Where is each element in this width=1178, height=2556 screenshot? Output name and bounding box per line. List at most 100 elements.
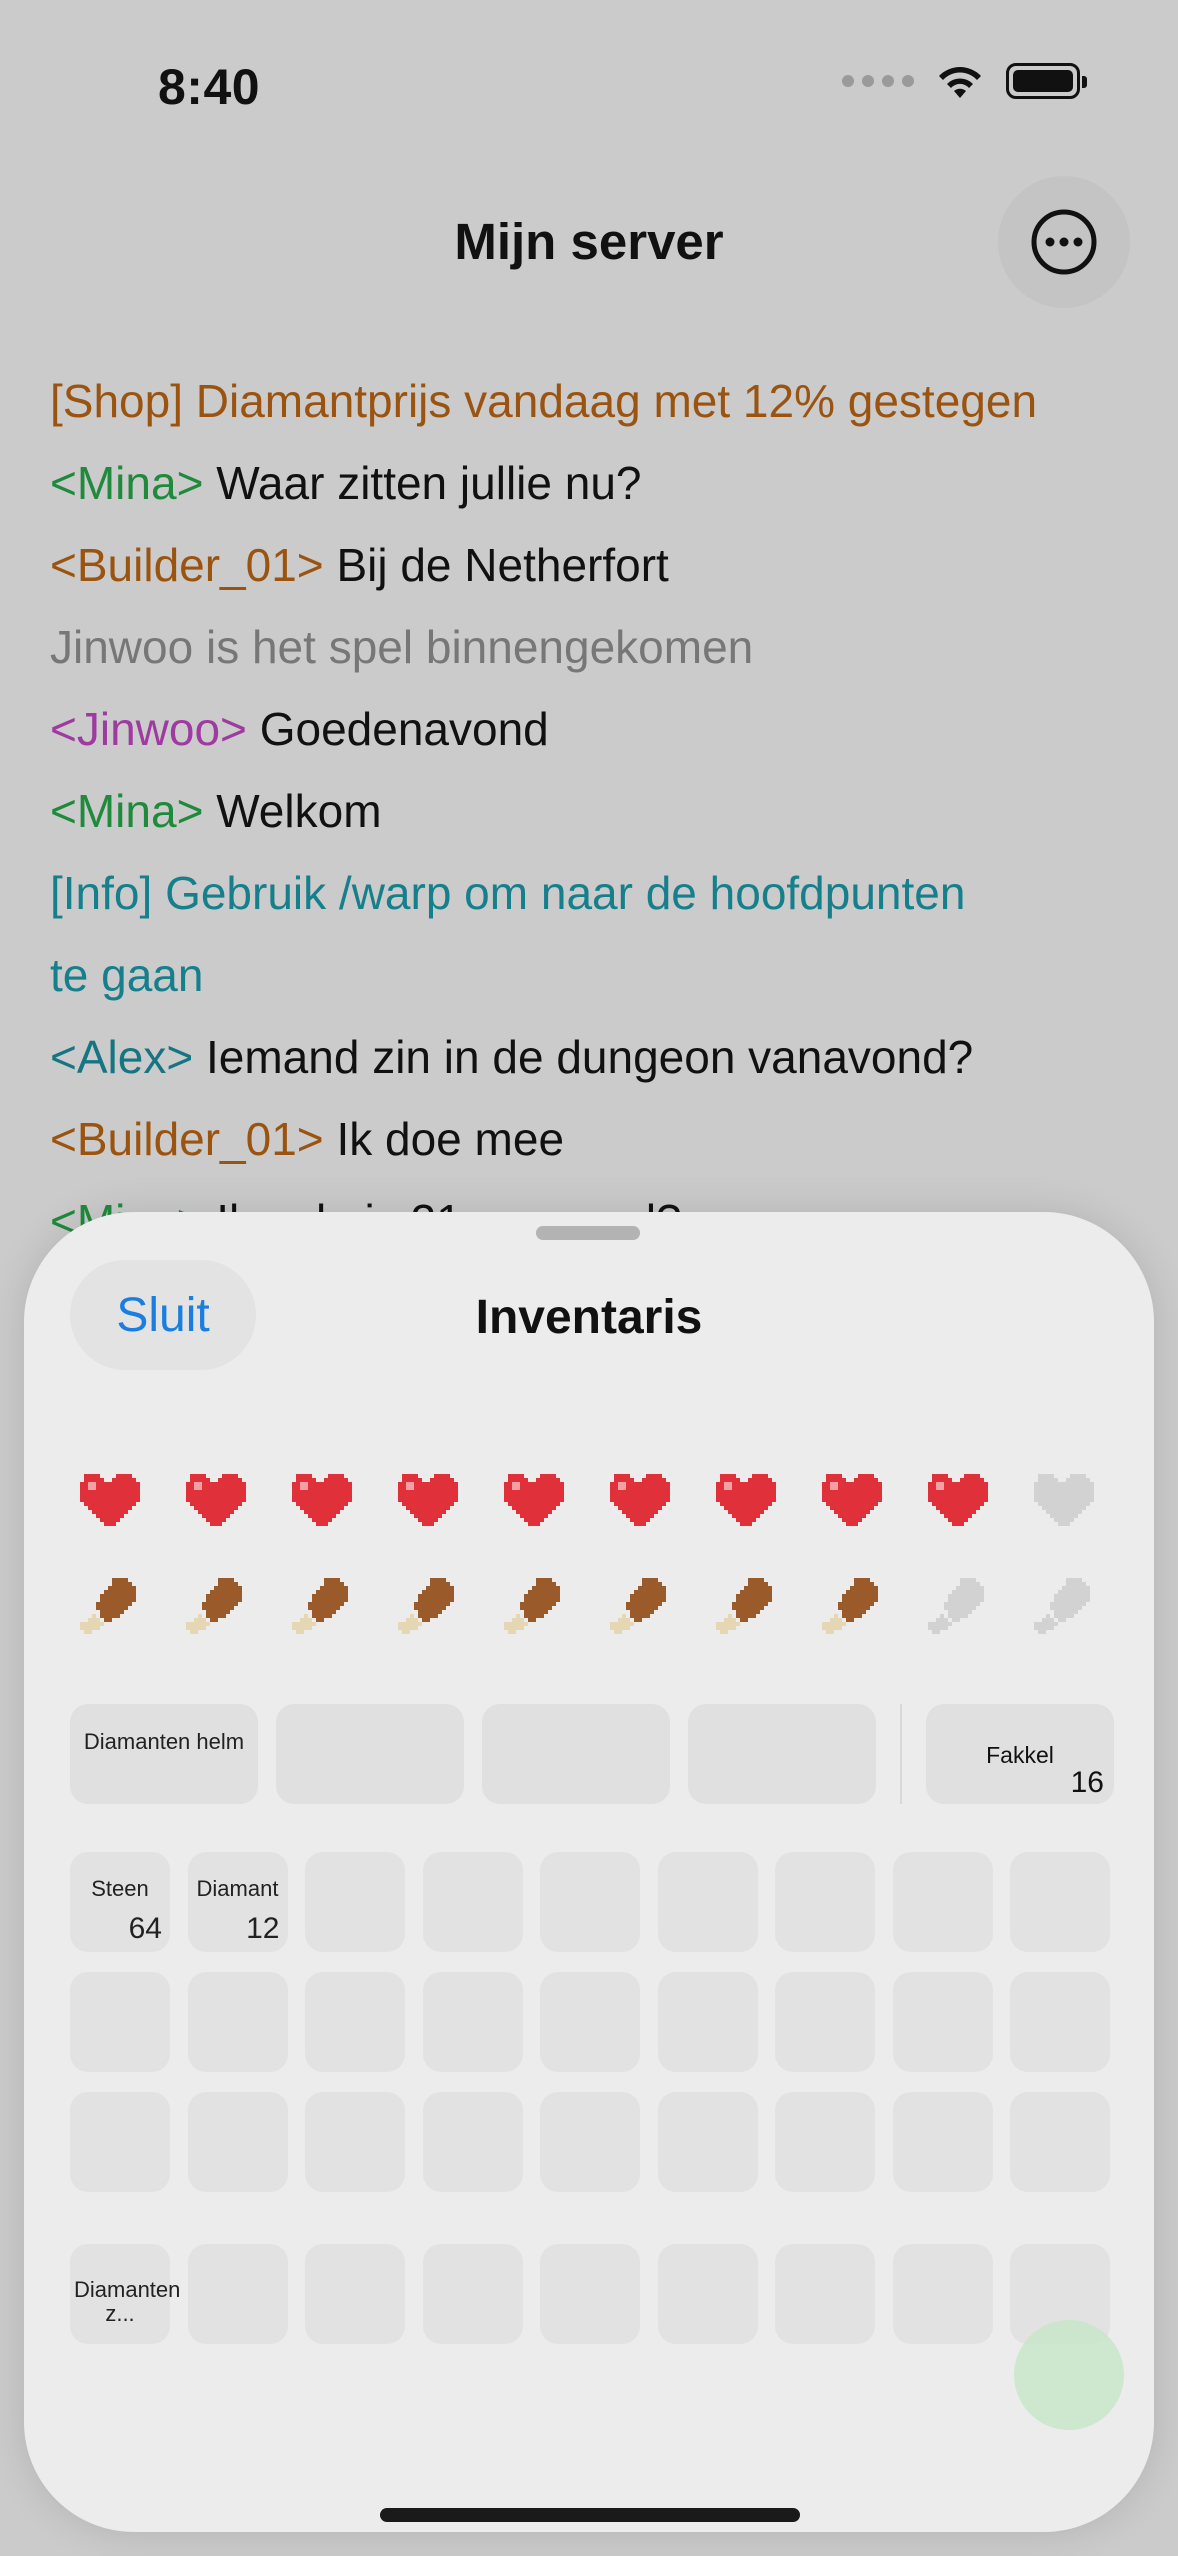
heart-icon (818, 1470, 882, 1530)
inventory-grid: Steen 64 Diamant 12 (70, 1852, 1110, 2192)
status-time: 8:40 (158, 59, 261, 115)
inventory-slot[interactable] (1010, 1852, 1110, 1952)
inventory-slot[interactable] (657, 1972, 758, 2072)
heart-icon (606, 1470, 670, 1530)
more-icon (1031, 209, 1097, 275)
heart-icon (1030, 1470, 1094, 1530)
inventory-slot[interactable] (1010, 2092, 1110, 2192)
inventory-slot[interactable] (892, 1972, 993, 2072)
hunger-bar (76, 1574, 1094, 1638)
item-count: 64 (128, 1912, 162, 1945)
chat-message-prefix: <Builder_01> (50, 1113, 324, 1165)
hotbar: Diamanten z... (70, 2244, 1110, 2344)
drumstick-icon (182, 1574, 246, 1638)
chat-message-prefix: [Info] Gebruik /warp om naar de hoofdpun… (50, 867, 966, 919)
heart-icon (76, 1470, 140, 1530)
chat-message-prefix: <Jinwoo> (50, 703, 247, 755)
chat-message: <Builder_01> Bij de Netherfort (50, 524, 1118, 606)
inventory-slot[interactable] (540, 1972, 640, 2072)
armor-slot-label: Diamanten helm (83, 1729, 245, 1754)
drumstick-icon (394, 1574, 458, 1638)
armor-row: Diamanten helm Fakkel 16 (70, 1704, 1114, 1804)
chat-message: [Shop] Diamantprijs vandaag met 12% gest… (50, 360, 1118, 442)
chat-message-prefix: [Shop] Diamantprijs vandaag met 12% gest… (50, 375, 1038, 427)
offhand-count: 16 (1070, 1766, 1104, 1799)
hotbar-slot[interactable] (540, 2244, 640, 2344)
home-indicator (380, 2508, 800, 2522)
sheet-title: Inventaris (475, 1291, 703, 1344)
more-button[interactable] (998, 176, 1130, 308)
inventory-slot[interactable] (187, 1972, 288, 2072)
wifi-icon (939, 67, 981, 98)
health-bar (76, 1470, 1094, 1530)
inventory-slot[interactable] (775, 1852, 875, 1952)
armor-slot-helmet[interactable]: Diamanten helm (70, 1704, 258, 1804)
chat-message: [Info] Gebruik /warp om naar de hoofdpun… (50, 852, 1118, 934)
heart-icon (924, 1470, 988, 1530)
armor-slot-chestplate[interactable] (276, 1704, 464, 1804)
hotbar-slot[interactable] (775, 2244, 875, 2344)
chat-message: <Mina> Welkom (50, 770, 1118, 852)
inventory-slot[interactable]: Steen 64 (70, 1852, 170, 1952)
chat-message-text: Bij de Netherfort (323, 539, 669, 591)
offhand-label: Fakkel (986, 1742, 1054, 1768)
chat-message-prefix: <Mina> (50, 457, 204, 509)
hotbar-slot[interactable] (657, 2244, 758, 2344)
chat-message: Jinwoo is het spel binnengekomen (50, 606, 1118, 688)
armor-slot-boots[interactable] (688, 1704, 876, 1804)
inventory-slot[interactable] (657, 2092, 758, 2192)
chat-message-prefix: <Builder_01> (50, 539, 324, 591)
chat-message: te gaan (50, 934, 1118, 1016)
item-name: Diamanten z... (74, 2277, 181, 2326)
battery-icon (1006, 63, 1087, 99)
inventory-slot[interactable]: Diamant 12 (187, 1852, 288, 1952)
hotbar-slot[interactable] (187, 2244, 288, 2344)
inventory-slot[interactable] (540, 1852, 640, 1952)
inventory-slot[interactable] (775, 1972, 875, 2072)
inventory-slot[interactable] (892, 2092, 993, 2192)
inventory-slot[interactable] (422, 2092, 523, 2192)
chat-message-prefix: <Mina> (50, 785, 204, 837)
inventory-slot[interactable] (305, 2092, 405, 2192)
hotbar-slot[interactable] (892, 2244, 993, 2344)
chat-message: <Alex> Iemand zin in de dungeon vanavond… (50, 1016, 1118, 1098)
inventory-slot[interactable] (70, 2092, 170, 2192)
hotbar-slot[interactable] (422, 2244, 523, 2344)
inventory-slot[interactable] (305, 1972, 405, 2072)
inventory-slot[interactable] (540, 2092, 640, 2192)
chat-message-text: Waar zitten jullie nu? (203, 457, 642, 509)
chat-message: <Builder_01> Ik doe mee (50, 1098, 1118, 1180)
heart-icon (288, 1470, 352, 1530)
sheet-grabber[interactable] (536, 1226, 640, 1240)
chat-message: <Jinwoo> Goedenavond (50, 688, 1118, 770)
hotbar-slot[interactable]: Diamanten z... (70, 2244, 181, 2344)
offhand-slot[interactable]: Fakkel 16 (926, 1704, 1114, 1804)
divider (900, 1704, 902, 1804)
item-count: 12 (246, 1912, 280, 1945)
inventory-slot[interactable] (657, 1852, 758, 1952)
chat-message: <Mina> Waar zitten jullie nu? (50, 442, 1118, 524)
heart-icon (712, 1470, 776, 1530)
drumstick-icon (76, 1574, 140, 1638)
inventory-slot[interactable] (422, 1852, 523, 1952)
chat-message-text: Goedenavond (246, 703, 549, 755)
drumstick-icon (288, 1574, 352, 1638)
drumstick-icon (500, 1574, 564, 1638)
inventory-slot[interactable] (775, 2092, 875, 2192)
hotbar-slot[interactable] (305, 2244, 405, 2344)
item-name: Steen (91, 1876, 149, 1901)
drumstick-icon (818, 1574, 882, 1638)
inventory-slot[interactable] (1010, 1972, 1110, 2072)
inventory-slot[interactable] (70, 1972, 170, 2072)
chat-message-prefix: <Alex> (50, 1031, 194, 1083)
chat-message-prefix: Jinwoo is het spel binnengekomen (50, 621, 754, 673)
inventory-slot[interactable] (305, 1852, 405, 1952)
chat-message-text: Welkom (203, 785, 382, 837)
inventory-slot[interactable] (422, 1972, 523, 2072)
inventory-slot[interactable] (187, 2092, 288, 2192)
blurred-background-button (1014, 2320, 1124, 2430)
armor-slot-leggings[interactable] (482, 1704, 670, 1804)
inventory-slot[interactable] (892, 1852, 993, 1952)
cellular-icon (842, 75, 914, 87)
item-name: Diamant (196, 1876, 279, 1901)
